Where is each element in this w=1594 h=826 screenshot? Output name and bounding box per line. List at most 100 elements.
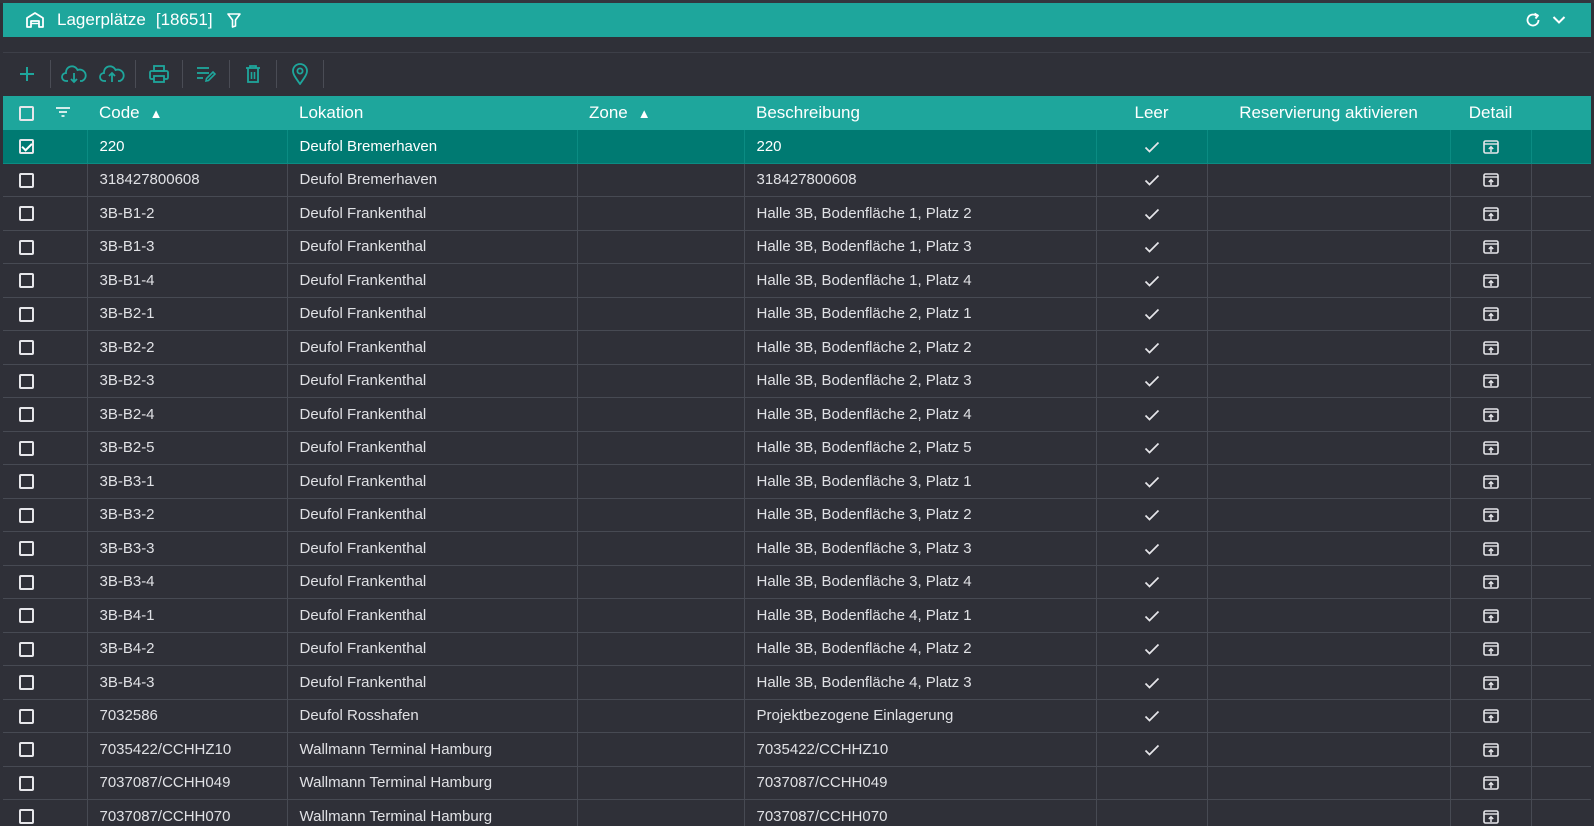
column-label: Reservierung aktivieren xyxy=(1239,103,1418,122)
row-checkbox[interactable] xyxy=(19,675,34,691)
column-header-code[interactable]: Code ▲ xyxy=(87,96,287,130)
warehouse-icon[interactable] xyxy=(25,10,45,30)
open-detail-icon[interactable] xyxy=(1482,674,1499,691)
delete-icon[interactable] xyxy=(234,57,272,91)
row-select-cell xyxy=(3,766,88,800)
table-row[interactable]: 3B-B3-2 Deufol Frankenthal Halle 3B, Bod… xyxy=(3,498,1591,532)
cell-code: 3B-B1-3 xyxy=(87,230,288,264)
row-select-cell xyxy=(3,196,88,231)
table-row[interactable]: 220 Deufol Bremerhaven 220 xyxy=(3,130,1591,164)
column-header-zone[interactable]: Zone ▲ xyxy=(577,96,744,130)
row-checkbox[interactable] xyxy=(19,139,34,155)
row-checkbox[interactable] xyxy=(19,373,34,389)
cell-code: 3B-B2-2 xyxy=(87,330,288,365)
row-select-cell xyxy=(3,464,88,499)
edit-list-icon[interactable] xyxy=(187,57,225,91)
table-row[interactable]: 3B-B2-4 Deufol Frankenthal Halle 3B, Bod… xyxy=(3,397,1591,432)
cell-lokation: Deufol Frankenthal xyxy=(287,632,578,666)
column-header-reservierung[interactable]: Reservierung aktivieren xyxy=(1207,96,1450,130)
open-detail-icon[interactable] xyxy=(1482,707,1499,724)
table-row[interactable]: 3B-B2-1 Deufol Frankenthal Halle 3B, Bod… xyxy=(3,297,1591,331)
open-detail-icon[interactable] xyxy=(1482,741,1499,758)
table-row[interactable]: 7037087/CCHH070 Wallmann Terminal Hambur… xyxy=(3,799,1591,826)
cell-leer xyxy=(1096,665,1208,700)
table-row[interactable]: 3B-B2-2 Deufol Frankenthal Halle 3B, Bod… xyxy=(3,330,1591,365)
row-checkbox[interactable] xyxy=(19,742,34,758)
open-detail-icon[interactable] xyxy=(1482,573,1499,590)
table-row[interactable]: 3B-B4-3 Deufol Frankenthal Halle 3B, Bod… xyxy=(3,665,1591,700)
row-checkbox[interactable] xyxy=(19,440,34,456)
row-checkbox[interactable] xyxy=(19,775,34,791)
open-detail-icon[interactable] xyxy=(1482,272,1499,289)
open-detail-icon[interactable] xyxy=(1482,540,1499,557)
table-row[interactable]: 3B-B3-1 Deufol Frankenthal Halle 3B, Bod… xyxy=(3,464,1591,499)
table-row[interactable]: 318427800608 Deufol Bremerhaven 31842780… xyxy=(3,163,1591,197)
cell-leer xyxy=(1096,330,1208,365)
toolbar-divider xyxy=(323,60,324,88)
print-icon[interactable] xyxy=(140,57,178,91)
column-filter-icon[interactable] xyxy=(55,103,71,123)
open-detail-icon[interactable] xyxy=(1482,305,1499,322)
add-icon[interactable] xyxy=(8,57,46,91)
row-checkbox[interactable] xyxy=(19,608,34,624)
cell-code: 7032586 xyxy=(87,699,288,733)
open-detail-icon[interactable] xyxy=(1482,171,1499,188)
open-detail-icon[interactable] xyxy=(1482,439,1499,456)
open-detail-icon[interactable] xyxy=(1482,808,1499,825)
cell-spacer xyxy=(1531,163,1591,197)
row-checkbox[interactable] xyxy=(19,474,34,490)
open-detail-icon[interactable] xyxy=(1482,406,1499,423)
open-detail-icon[interactable] xyxy=(1482,205,1499,222)
open-detail-icon[interactable] xyxy=(1482,640,1499,657)
table-row[interactable]: 7037087/CCHH049 Wallmann Terminal Hambur… xyxy=(3,766,1591,800)
open-detail-icon[interactable] xyxy=(1482,238,1499,255)
open-detail-icon[interactable] xyxy=(1482,473,1499,490)
row-checkbox[interactable] xyxy=(19,708,34,724)
cloud-download-icon[interactable] xyxy=(55,57,93,91)
table-row[interactable]: 3B-B3-4 Deufol Frankenthal Halle 3B, Bod… xyxy=(3,565,1591,599)
location-pin-icon[interactable] xyxy=(281,57,319,91)
row-checkbox[interactable] xyxy=(19,407,34,423)
row-checkbox[interactable] xyxy=(19,206,34,222)
open-detail-icon[interactable] xyxy=(1482,339,1499,356)
row-checkbox[interactable] xyxy=(19,541,34,557)
cloud-upload-icon[interactable] xyxy=(93,57,131,91)
table-row[interactable]: 3B-B2-5 Deufol Frankenthal Halle 3B, Bod… xyxy=(3,431,1591,465)
row-checkbox[interactable] xyxy=(19,172,34,188)
row-checkbox[interactable] xyxy=(19,239,34,255)
table-row[interactable]: 3B-B1-2 Deufol Frankenthal Halle 3B, Bod… xyxy=(3,196,1591,231)
row-checkbox[interactable] xyxy=(19,340,34,356)
row-checkbox[interactable] xyxy=(19,306,34,322)
filter-icon[interactable] xyxy=(225,11,243,29)
open-detail-icon[interactable] xyxy=(1482,607,1499,624)
row-checkbox[interactable] xyxy=(19,809,34,825)
table-row[interactable]: 3B-B3-3 Deufol Frankenthal Halle 3B, Bod… xyxy=(3,531,1591,566)
open-detail-icon[interactable] xyxy=(1482,506,1499,523)
column-header-detail[interactable]: Detail xyxy=(1450,96,1531,130)
chevron-down-icon[interactable] xyxy=(1549,10,1569,30)
column-header-beschreibung[interactable]: Beschreibung xyxy=(744,96,1096,130)
row-checkbox[interactable] xyxy=(19,641,34,657)
column-header-leer[interactable]: Leer xyxy=(1096,96,1207,130)
refresh-icon[interactable] xyxy=(1523,10,1543,30)
cell-zone xyxy=(577,799,745,826)
row-checkbox[interactable] xyxy=(19,273,34,289)
table-row[interactable]: 3B-B2-3 Deufol Frankenthal Halle 3B, Bod… xyxy=(3,364,1591,398)
row-checkbox[interactable] xyxy=(19,507,34,523)
select-all-checkbox[interactable] xyxy=(19,105,34,121)
table-row[interactable]: 3B-B1-3 Deufol Frankenthal Halle 3B, Bod… xyxy=(3,230,1591,264)
table-row[interactable]: 3B-B4-2 Deufol Frankenthal Halle 3B, Bod… xyxy=(3,632,1591,666)
open-detail-icon[interactable] xyxy=(1482,372,1499,389)
cell-reservierung xyxy=(1207,766,1451,800)
row-checkbox[interactable] xyxy=(19,574,34,590)
open-detail-icon[interactable] xyxy=(1482,774,1499,791)
row-select-cell xyxy=(3,263,88,298)
open-detail-icon[interactable] xyxy=(1482,138,1499,155)
record-count: [18651] xyxy=(155,10,213,29)
cell-spacer xyxy=(1531,330,1591,365)
table-row[interactable]: 3B-B4-1 Deufol Frankenthal Halle 3B, Bod… xyxy=(3,598,1591,633)
table-row[interactable]: 7035422/CCHHZ10 Wallmann Terminal Hambur… xyxy=(3,732,1591,767)
column-header-lokation[interactable]: Lokation xyxy=(287,96,577,130)
table-row[interactable]: 7032586 Deufol Rosshafen Projektbezogene… xyxy=(3,699,1591,733)
table-row[interactable]: 3B-B1-4 Deufol Frankenthal Halle 3B, Bod… xyxy=(3,263,1591,298)
